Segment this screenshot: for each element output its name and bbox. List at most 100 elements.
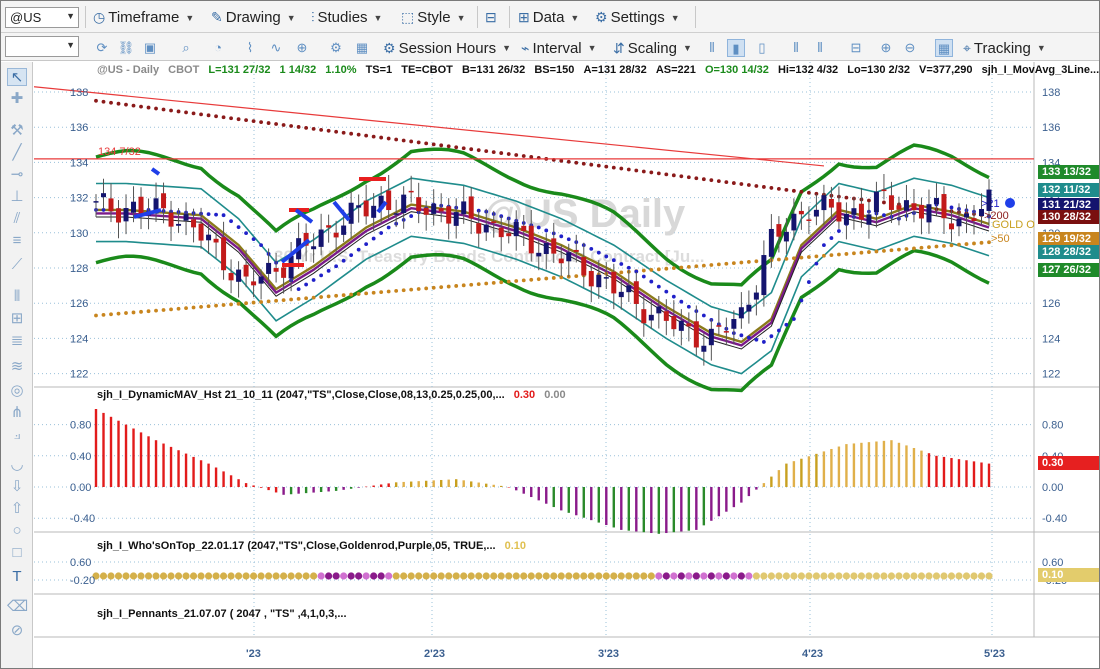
ellipse-tool-icon[interactable]: ○ <box>7 522 27 540</box>
settings-icon[interactable]: ⚙ <box>327 39 345 57</box>
price-axis-label: 126 <box>1042 298 1060 310</box>
timeframe-menu[interactable]: ◷ Timeframe ▼ <box>93 7 194 28</box>
gauge-icon[interactable]: ◔ <box>209 39 227 57</box>
hline-tool-icon[interactable]: ⊸ <box>7 166 27 184</box>
arrow-up-tool-icon[interactable]: ⇧ <box>7 500 27 518</box>
candle-body <box>273 268 279 272</box>
ma21-dot <box>386 225 391 230</box>
histogram-bar <box>417 481 420 487</box>
ma21-dot <box>814 261 819 266</box>
histogram-bar <box>222 471 225 487</box>
histogram-bar <box>972 461 976 487</box>
ma50-dot <box>784 256 789 261</box>
fan-tool-icon[interactable]: ⟓ <box>7 426 27 444</box>
interval-menu[interactable]: ⌁ Interval ▼ <box>521 38 597 58</box>
candle-body <box>948 223 954 230</box>
window-icon[interactable]: ▣ <box>141 39 159 57</box>
candle-body <box>828 198 834 208</box>
text-tool-icon[interactable]: T <box>7 568 27 586</box>
ma200-dot <box>364 133 369 138</box>
ma50-dot <box>694 264 699 269</box>
candle-body <box>461 201 467 215</box>
whos-on-top-dot <box>632 572 640 580</box>
refresh-icon[interactable]: ⟳ <box>93 39 111 57</box>
candle-body <box>768 228 774 257</box>
rectangle-tool-icon[interactable]: □ <box>7 544 27 562</box>
chevron-down-icon[interactable]: ▼ <box>66 11 75 21</box>
bar-chart-icon[interactable]: ⫴ <box>703 39 721 57</box>
levels-tool-icon[interactable]: ≣ <box>7 332 27 350</box>
chevron-down-icon[interactable]: ▼ <box>66 40 75 50</box>
ma21-dot <box>664 289 669 294</box>
ma21-dot <box>566 237 571 242</box>
ma21-dot <box>761 340 766 344</box>
scaling-menu[interactable]: ⇵ Scaling ▼ <box>613 38 692 58</box>
histogram-bar <box>282 487 285 495</box>
chart-icon[interactable]: ⌇ <box>241 39 259 57</box>
pointer-tool-icon[interactable]: ↖ <box>7 68 27 86</box>
arc-tool-icon[interactable]: ◡ <box>7 456 27 474</box>
histogram-bar <box>402 481 405 487</box>
symbol-input[interactable]: @US ▼ <box>5 7 79 28</box>
vline-tool-icon[interactable]: ⊥ <box>7 188 27 206</box>
histogram-bar <box>507 487 510 488</box>
fib-tool-icon[interactable]: ≡ <box>7 232 27 250</box>
pitchfork-tool-icon[interactable]: ⋔ <box>7 404 27 422</box>
zoom-icon[interactable]: ⌕ <box>177 39 195 57</box>
studies-menu[interactable]: ⫶ Studies ▼ <box>311 7 382 28</box>
ma200-dot <box>754 184 759 188</box>
price-chart[interactable]: @US Daily30 Yr U.S. Treasury Bonds Conti… <box>34 62 1100 668</box>
whos-on-top-dot <box>212 572 220 580</box>
price-indicators: 134 7/32>21>200GOLD O>50 <box>34 86 1035 393</box>
target-tool-icon[interactable]: ◎ <box>7 382 27 400</box>
trend-icon[interactable]: ∿ <box>267 39 285 57</box>
ma50-dot <box>746 260 751 264</box>
whos-on-top-dot <box>932 572 941 580</box>
ma21-dot <box>806 280 811 284</box>
zoom-out-icon[interactable]: ⊖ <box>901 39 919 57</box>
drawing-menu[interactable]: ✎ Drawing ▼ <box>211 7 296 28</box>
format-icon[interactable]: ▦ <box>353 39 371 57</box>
arrow-down-tool-icon[interactable]: ⇩ <box>7 478 27 496</box>
channel-tool-icon[interactable]: ⫽ <box>7 210 27 228</box>
session-hours-menu[interactable]: ⚙ Session Hours ▼ <box>383 38 511 58</box>
zoom-in-icon[interactable]: ⊕ <box>877 39 895 57</box>
ma200-dot <box>439 143 444 148</box>
wrench-tool-icon[interactable]: ⚒ <box>7 122 27 140</box>
candle-body <box>866 214 872 225</box>
candle-body <box>566 252 572 262</box>
eraser-tool-icon[interactable]: ⌫ <box>7 598 28 616</box>
candle-hollow-icon[interactable]: ▯ <box>753 39 771 57</box>
candle-body <box>431 203 437 214</box>
candle-body <box>521 225 527 232</box>
delete-tool-icon[interactable]: ⊘ <box>7 622 27 640</box>
layout-icon[interactable]: ⊟ <box>847 39 865 57</box>
column-icon[interactable]: ⦀ <box>787 39 805 57</box>
crosshair-tool-icon[interactable]: ✚ <box>7 90 27 108</box>
gann-tool-icon[interactable]: ⊞ <box>7 310 27 328</box>
candle-body <box>896 205 902 210</box>
ma21-dot <box>626 265 631 270</box>
ray-tool-icon[interactable]: ⟋ <box>7 256 27 274</box>
clock-icon: ◷ <box>93 9 106 25</box>
settings-menu[interactable]: ⚙ Settings ▼ <box>595 7 680 28</box>
candlestick-icon[interactable]: ▮ <box>727 39 745 57</box>
price-axis-label-left: 130 <box>70 228 88 240</box>
magnify-icon[interactable]: ⊕ <box>293 39 311 57</box>
link-icon[interactable]: ⛓ <box>117 39 135 57</box>
data-menu[interactable]: ⊞ Data ▼ <box>518 7 579 28</box>
chart-selector[interactable]: ▼ <box>5 36 79 57</box>
tracking-menu[interactable]: ⌖ Tracking ▼ <box>963 38 1046 58</box>
gear-icon: ⚙ <box>383 39 396 56</box>
layout-button[interactable]: ⊟ <box>485 7 500 28</box>
ma21-dot <box>304 282 309 287</box>
speed-tool-icon[interactable]: ≋ <box>7 358 27 376</box>
bars-tool-icon[interactable]: ⦀ <box>7 288 27 306</box>
ma200-dot <box>154 106 158 111</box>
data-window-icon[interactable]: ▦ <box>935 39 953 57</box>
ma21-dot <box>236 225 241 230</box>
column-icon[interactable]: ⦀ <box>811 39 829 57</box>
whos-on-top-dot <box>452 572 460 580</box>
style-menu[interactable]: ⬚ Style ▼ <box>401 7 466 28</box>
trendline-tool-icon[interactable]: ╱ <box>7 144 27 162</box>
